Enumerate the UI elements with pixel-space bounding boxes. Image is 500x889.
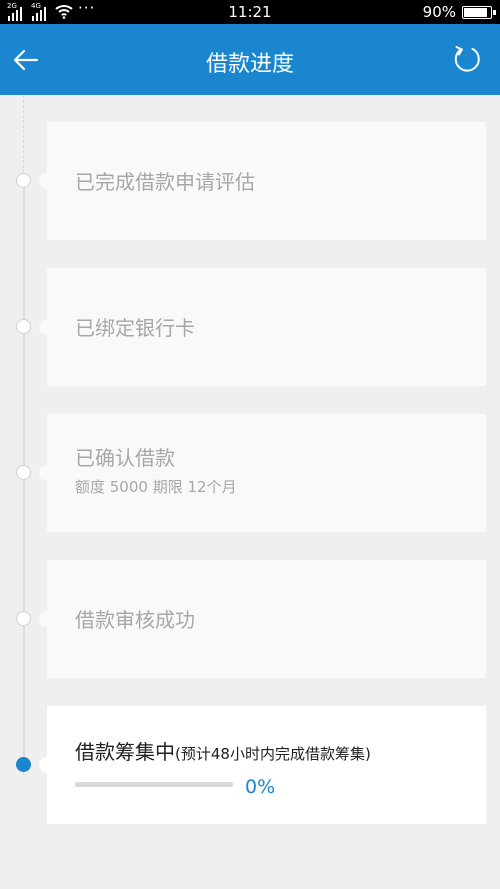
step-1-dot [16,173,31,188]
battery-icon [462,6,496,19]
card-notch [39,173,55,189]
step-card-3: 已确认借款 额度 5000 期限 12个月 [39,414,486,532]
step-label: 已绑定银行卡 [75,316,195,340]
step-5-dot-active [16,757,31,772]
step-label: 已确认借款 [75,446,175,470]
progress-percent: 0% [245,776,276,798]
battery-percent: 90% [422,3,456,21]
step-2-dot [16,319,31,334]
card-notch [39,319,55,335]
status-bar: 2G 4G ··· 11:21 90% [0,0,500,24]
card-notch [39,757,55,773]
funding-progress-bar [75,782,233,787]
step-4-dot [16,611,31,626]
step-card-1: 已完成借款申请评估 [39,122,486,240]
page-title: 借款进度 [205,52,294,77]
step-card-2: 已绑定银行卡 [39,268,486,386]
step-label: 已完成借款申请评估 [75,170,255,194]
card-notch [39,465,55,481]
app-header: 借款进度 [0,24,500,95]
step-card-5-active: 借款筹集中(预计48小时内完成借款筹集) 0% [39,706,486,824]
refresh-icon[interactable] [452,44,482,74]
step-3-dot [16,465,31,480]
step-label: 借款审核成功 [75,608,195,632]
step-label: 借款筹集中(预计48小时内完成借款筹集) [75,736,371,765]
card-notch [39,611,55,627]
loan-terms: 额度 5000 期限 12个月 [75,478,237,496]
step-label-text: 借款筹集中 [75,740,175,764]
step-note: (预计48小时内完成借款筹集) [175,745,371,763]
step-card-4: 借款审核成功 [39,560,486,678]
